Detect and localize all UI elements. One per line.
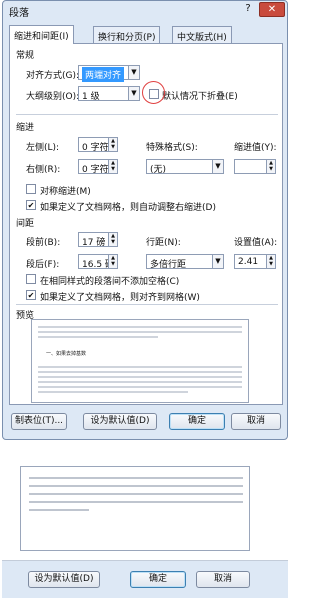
indent-left-value: 0 字符 (82, 143, 109, 153)
alignment-select[interactable]: 两端对齐 ▼ (78, 65, 140, 82)
space-after-label: 段后(F): (26, 260, 60, 270)
line-spacing-label: 行距(N): (146, 238, 181, 248)
chevron-down-icon: ▼ (212, 255, 223, 268)
dialog-title: 段落 (9, 8, 29, 19)
preview-line (29, 493, 243, 495)
spinner-icon[interactable]: ▲ ▼ (266, 255, 275, 268)
snap-to-grid-label: 如果定义了文档网格，则对齐到网格(W) (40, 293, 200, 303)
zoomed-ok-button[interactable]: 确定 (130, 571, 186, 588)
outline-level-value: 1 级 (82, 92, 100, 102)
space-before-value: 17 磅 (82, 238, 106, 248)
preview-line (38, 336, 158, 338)
preview-line (38, 326, 242, 328)
preview-line (29, 477, 243, 479)
chevron-down-icon: ▼ (128, 66, 139, 79)
chevron-down-icon: ▼ (128, 87, 139, 100)
help-icon[interactable]: ? (239, 2, 257, 17)
indent-heading: 缩进 (16, 123, 35, 133)
set-default-button[interactable]: 设为默认值(D) (83, 413, 157, 430)
preview-line (29, 485, 243, 487)
preview-sample-text: 一、如果去掉基数 (46, 351, 87, 357)
mirror-indent-checkbox[interactable] (26, 184, 36, 194)
divider (16, 304, 278, 305)
zoomed-button-bar: 设为默认值(D) 确定 取消 (2, 560, 288, 598)
spacing-heading: 间距 (16, 219, 35, 229)
auto-adjust-label: 如果定义了文档网格，则自动调整右缩进(D) (40, 203, 216, 213)
preview-line (38, 331, 242, 333)
preview-line (38, 366, 242, 368)
cancel-button[interactable]: 取消 (231, 413, 281, 430)
space-after-input[interactable]: 16.5 磅 ▲ ▼ (78, 254, 118, 270)
preview-line (38, 381, 242, 383)
preview-line (38, 386, 242, 388)
indent-right-label: 右侧(R): (26, 165, 61, 175)
spinner-icon[interactable]: ▲ ▼ (266, 160, 275, 173)
no-space-same-style-checkbox[interactable] (26, 274, 36, 284)
line-spacing-select[interactable]: 多倍行距 ▼ (146, 254, 224, 270)
preview-line (38, 391, 188, 393)
preview-line (29, 501, 243, 503)
tab-line-page-breaks[interactable]: 换行和分页(P) (93, 26, 161, 43)
alignment-label: 对齐方式(G): (26, 71, 80, 81)
spinner-icon[interactable]: ▲ ▼ (108, 160, 117, 173)
snap-to-grid-checkbox[interactable]: ✔ (26, 290, 36, 300)
indent-left-input[interactable]: 0 字符 ▲ ▼ (78, 137, 118, 153)
zoomed-set-default-button[interactable]: 设为默认值(D) (28, 571, 100, 588)
title-bar: 段落 ? ✕ (3, 1, 287, 19)
special-indent-label: 特殊格式(S): (146, 143, 198, 153)
spinner-icon[interactable]: ▲ ▼ (108, 138, 117, 151)
highlight-circle (142, 81, 165, 104)
spacing-at-value: 2.41 (238, 257, 259, 267)
spacing-at-label: 设置值(A): (234, 238, 278, 248)
spinner-icon[interactable]: ▲ ▼ (108, 233, 117, 246)
tab-indent-spacing[interactable]: 缩进和间距(I) (9, 25, 74, 44)
line-spacing-value: 多倍行距 (150, 260, 187, 270)
space-before-input[interactable]: 17 磅 ▲ ▼ (78, 232, 118, 248)
chevron-down-icon: ▼ (212, 160, 223, 173)
close-icon[interactable]: ✕ (259, 2, 285, 17)
zoomed-detail: 设为默认值(D) 确定 取消 (2, 448, 288, 598)
preview-box: 一、如果去掉基数 (31, 319, 249, 403)
zoomed-cancel-button[interactable]: 取消 (196, 571, 250, 588)
space-before-label: 段前(B): (26, 238, 61, 248)
mirror-indent-label: 对称缩进(M) (40, 187, 91, 197)
general-heading: 常规 (16, 51, 35, 61)
indent-right-value: 0 字符 (82, 165, 109, 175)
spacing-at-input[interactable]: 2.41 ▲ ▼ (234, 254, 276, 269)
collapse-default-label: 默认情况下折叠(E) (162, 92, 238, 102)
zoomed-preview-box (20, 466, 250, 551)
preview-line (29, 509, 89, 511)
indent-left-label: 左侧(L): (26, 143, 60, 153)
preview-line (38, 376, 242, 378)
tabs-button[interactable]: 制表位(T)... (11, 413, 67, 430)
indent-right-input[interactable]: 0 字符 ▲ ▼ (78, 159, 118, 175)
spinner-icon[interactable]: ▲ ▼ (108, 255, 117, 268)
outline-level-select[interactable]: 1 级 ▼ (78, 86, 140, 102)
special-indent-select[interactable]: (无) ▼ (146, 159, 224, 175)
alignment-value: 两端对齐 (82, 67, 125, 82)
paragraph-dialog: 段落 ? ✕ 缩进和间距(I) 换行和分页(P) 中文版式(H) 常规 对齐方式… (2, 0, 288, 440)
outline-level-label: 大纲级别(O): (26, 92, 80, 102)
indent-by-label: 缩进值(Y): (234, 143, 277, 153)
preview-line (38, 371, 242, 373)
tab-chinese-typography[interactable]: 中文版式(H) (172, 26, 232, 43)
special-indent-value: (无) (150, 165, 167, 175)
divider (16, 114, 278, 115)
indent-by-input[interactable]: ▲ ▼ (234, 159, 276, 174)
auto-adjust-checkbox[interactable]: ✔ (26, 200, 36, 210)
ok-button[interactable]: 确定 (169, 413, 225, 430)
no-space-same-style-label: 在相同样式的段落间不添加空格(C) (40, 277, 180, 287)
